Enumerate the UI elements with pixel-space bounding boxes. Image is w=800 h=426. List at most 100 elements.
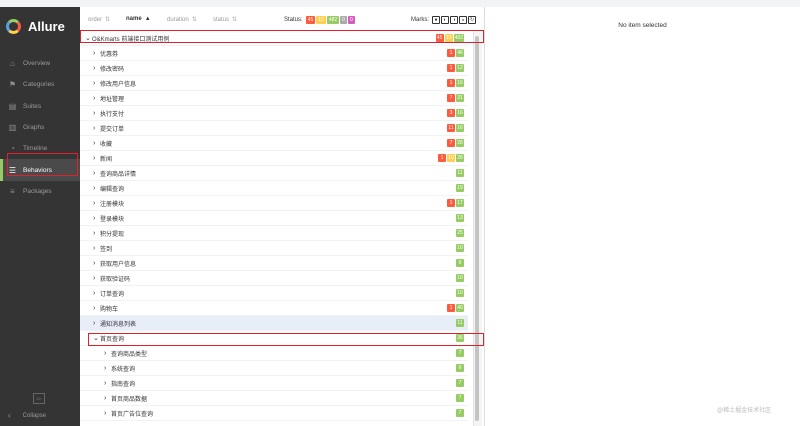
flaky-mark-icon[interactable]: ● [432,16,440,24]
tree-row[interactable]: › 签到 10 [80,241,468,256]
chevron-right-icon[interactable]: › [93,110,100,117]
count-badge: 1 [447,304,455,312]
tree-row[interactable]: › 提交订单 11 16 [80,121,468,136]
chevron-right-icon[interactable]: › [104,410,111,417]
tree-row[interactable]: › 执行支付 3 16 [80,106,468,121]
tree-row[interactable]: › 编辑查询 19 [80,181,468,196]
brand[interactable]: Allure [6,14,65,38]
status-failed-badge[interactable]: 45 [305,16,316,24]
tree-row[interactable]: › 新闻 1 10 28 [80,151,468,166]
status-unknown-badge[interactable]: 0 [347,16,355,24]
tree-row[interactable]: › 系统查询 6 [80,361,468,376]
tree-row[interactable]: › 指南查询 7 [80,376,468,391]
sort-icon: ⇅ [105,17,111,23]
tree-row-label: 修改密码 [100,66,125,73]
language-switch[interactable]: En [33,393,45,404]
chevron-right-icon[interactable]: › [93,215,100,222]
count-badge: 1 [447,64,455,72]
row-counts: 1 46 [446,49,464,57]
tree-row[interactable]: › 积分提现 25 [80,226,468,241]
count-badge: 25 [456,229,464,237]
sort-duration-label: duration [167,16,189,23]
tree-row[interactable]: › 优惠券 1 46 [80,46,468,61]
sidebar-item-overview[interactable]: ⌂ Overview [0,53,80,74]
chevron-right-icon[interactable]: › [93,95,100,102]
tree-row[interactable]: › 查询商品详情 11 [80,166,468,181]
stack-icon: ≡ [10,186,15,196]
chevron-right-icon[interactable]: › [93,230,100,237]
chevron-right-icon[interactable]: › [93,65,100,72]
sidebar-item-label: Suites [23,102,42,110]
tree-row[interactable]: › 修改密码 1 12 [80,61,468,76]
chevron-right-icon[interactable]: › [93,200,100,207]
watermark: @稀土掘金技术社区 [717,408,772,414]
browser-bookmark-bar [0,0,800,7]
sort-name[interactable]: name ▲ [126,16,151,22]
tree-row[interactable]: › 收藏 7 28 [80,136,468,151]
chevron-right-icon[interactable]: › [93,155,100,162]
status-passed-badge[interactable]: 482 [326,16,340,24]
tree-row-label: 注册模块 [100,201,125,208]
sidebar-item-packages[interactable]: ≡ Packages [0,181,80,202]
pane-divider[interactable] [484,7,485,426]
tree-row[interactable]: › 登录模块 13 [80,211,468,226]
chevron-right-icon[interactable]: › [93,50,100,57]
chevron-right-icon[interactable]: › [104,365,111,372]
tree-row-label: 地址管理 [100,96,125,103]
sort-duration[interactable]: duration ⇅ [167,16,197,24]
tree-row[interactable]: › 注册模块 1 17 [80,196,468,211]
tree-row[interactable]: › 地址管理 7 31 [80,91,468,106]
sort-order[interactable]: order ⇅ [88,16,111,24]
chevron-right-icon[interactable]: › [93,185,100,192]
tree-row[interactable]: › 查询商品类型 7 [80,346,468,361]
collapse-button[interactable]: ‹ Collapse [8,411,46,420]
sidebar-item-suites[interactable]: ▤ Suites [0,96,80,117]
count-badge: 1 [447,49,455,57]
chevron-right-icon[interactable]: › [93,275,100,282]
new-broken-mark-icon[interactable]: ◒ [459,16,467,24]
chevron-right-icon[interactable]: › [104,395,111,402]
chevron-right-icon[interactable]: › [104,350,111,357]
tree-row[interactable]: › 订单查询 10 [80,286,468,301]
new-passed-mark-icon[interactable]: ◑ [450,16,458,24]
chevron-right-icon[interactable]: › [93,290,100,297]
marks-filter: Marks: ● ◐ ◑ ◒ ↻ [411,16,476,24]
count-badge: 10 [456,274,464,282]
chevron-right-icon[interactable]: › [93,80,100,87]
tree-row[interactable]: › 通知消息列表 11 [80,316,468,331]
count-badge: 40 [456,304,464,312]
status-filter-label: Status: [284,17,303,23]
row-counts: 11 16 [446,124,464,132]
tree-row[interactable]: › 首页广告位查询 7 [80,406,468,421]
sort-status[interactable]: status ⇅ [213,16,237,24]
chevron-right-icon[interactable]: › [93,245,100,252]
chevron-right-icon[interactable]: › [93,305,100,312]
chevron-right-icon[interactable]: › [104,380,111,387]
tree-row[interactable]: › 首页商品数据 7 [80,391,468,406]
sidebar-item-categories[interactable]: ⚑ Categories [0,74,80,95]
tree-scrollbar-thumb[interactable] [475,36,479,421]
status-broken-badge[interactable]: 10 [316,16,326,24]
tree-row-label: 执行支付 [100,111,125,118]
row-counts: 10 [455,289,464,297]
sort-name-label: name [126,16,142,22]
chevron-right-icon[interactable]: › [93,320,100,327]
tree-row[interactable]: › 修改用户信息 1 16 [80,76,468,91]
tree-row-label: 提交订单 [100,126,125,133]
sidebar-item-graphs[interactable]: ▥ Graphs [0,117,80,138]
tree-row-label: 修改用户信息 [100,81,137,88]
row-counts: 7 28 [446,139,464,147]
count-badge: 16 [456,109,464,117]
tree-row[interactable]: › 购物车 1 40 [80,301,468,316]
chevron-right-icon[interactable]: › [93,140,100,147]
retries-mark-icon[interactable]: ↻ [468,16,476,24]
chevron-right-icon[interactable]: › [93,170,100,177]
chevron-right-icon[interactable]: › [93,260,100,267]
status-skipped-badge[interactable]: 0 [340,16,347,24]
chevron-right-icon[interactable]: › [93,125,100,132]
tree-row[interactable]: › 获取验证码 10 [80,271,468,286]
count-badge: 11 [447,124,455,132]
tree-row[interactable]: › 获取用户信息 6 [80,256,468,271]
new-failed-mark-icon[interactable]: ◐ [441,16,449,24]
tree-row-label: 新闻 [100,156,113,163]
